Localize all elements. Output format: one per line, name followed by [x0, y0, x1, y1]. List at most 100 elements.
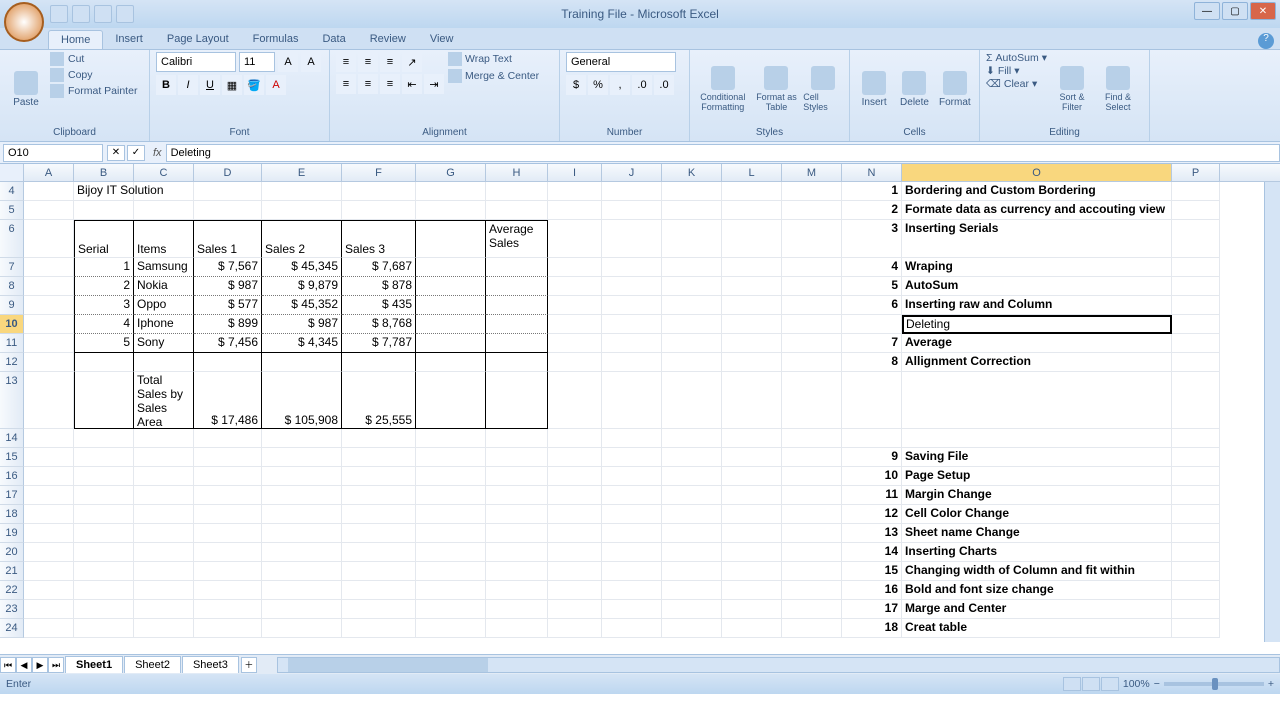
cell[interactable] [416, 562, 486, 581]
cell[interactable] [842, 372, 902, 429]
cell[interactable] [1172, 296, 1220, 315]
cell[interactable] [194, 201, 262, 220]
tab-data[interactable]: Data [310, 30, 357, 49]
cell[interactable] [1172, 619, 1220, 638]
cell[interactable]: $ 435 [342, 296, 416, 315]
tab-review[interactable]: Review [358, 30, 418, 49]
cell[interactable]: Sales 3 [342, 220, 416, 258]
cell[interactable] [486, 296, 548, 315]
cell[interactable] [602, 315, 662, 334]
cell[interactable] [486, 562, 548, 581]
number-format-select[interactable] [566, 52, 676, 72]
cell[interactable] [486, 277, 548, 296]
cell[interactable] [24, 353, 74, 372]
cell[interactable] [342, 619, 416, 638]
cell[interactable] [662, 562, 722, 581]
cell[interactable] [24, 296, 74, 315]
paste-button[interactable]: Paste [6, 52, 46, 126]
cell[interactable] [134, 619, 194, 638]
cell[interactable] [74, 429, 134, 448]
cell[interactable] [902, 429, 1172, 448]
prev-sheet-icon[interactable]: ◀ [16, 657, 32, 673]
cell[interactable] [342, 467, 416, 486]
cell[interactable] [416, 353, 486, 372]
tab-view[interactable]: View [418, 30, 466, 49]
cell[interactable]: Bijoy IT Solution [74, 182, 134, 201]
cell[interactable] [662, 353, 722, 372]
cell[interactable] [548, 448, 602, 467]
cell[interactable] [722, 296, 782, 315]
cell[interactable] [342, 448, 416, 467]
cell[interactable] [722, 467, 782, 486]
merge-center-button[interactable]: Merge & Center [448, 69, 539, 83]
cell[interactable] [24, 372, 74, 429]
undo-icon[interactable] [72, 5, 90, 23]
cell[interactable] [262, 543, 342, 562]
cell[interactable] [782, 201, 842, 220]
cell[interactable] [134, 467, 194, 486]
cell[interactable] [722, 315, 782, 334]
cell[interactable]: Saving File [902, 448, 1172, 467]
cell[interactable] [342, 429, 416, 448]
cell[interactable]: Inserting Serials [902, 220, 1172, 258]
wrap-text-button[interactable]: Wrap Text [448, 52, 539, 66]
cell[interactable] [548, 581, 602, 600]
cell[interactable] [548, 372, 602, 429]
align-right-icon[interactable]: ≡ [380, 74, 400, 94]
row-header[interactable]: 22 [0, 581, 24, 600]
row-header[interactable]: 23 [0, 600, 24, 619]
cell[interactable] [262, 201, 342, 220]
cell[interactable] [486, 543, 548, 562]
cell[interactable] [24, 543, 74, 562]
cell[interactable] [24, 486, 74, 505]
cell[interactable] [262, 562, 342, 581]
cell[interactable] [262, 600, 342, 619]
cell[interactable] [194, 543, 262, 562]
cell[interactable]: Allignment Correction [902, 353, 1172, 372]
tab-home[interactable]: Home [48, 30, 103, 49]
cell[interactable] [24, 182, 74, 201]
select-all-corner[interactable] [0, 164, 24, 181]
cell[interactable] [194, 600, 262, 619]
maximize-button[interactable]: ▢ [1222, 2, 1248, 20]
last-sheet-icon[interactable]: ⏭ [48, 657, 64, 673]
cell[interactable]: Creat table [902, 619, 1172, 638]
format-painter-button[interactable]: Format Painter [50, 84, 137, 98]
cell[interactable]: 5 [842, 277, 902, 296]
cell[interactable] [722, 182, 782, 201]
align-bottom-icon[interactable]: ≡ [380, 52, 400, 72]
cell[interactable] [782, 600, 842, 619]
cell[interactable] [722, 562, 782, 581]
cell[interactable] [662, 619, 722, 638]
cell[interactable] [662, 334, 722, 353]
cell[interactable] [74, 524, 134, 543]
cell[interactable] [416, 372, 486, 429]
cell[interactable] [416, 334, 486, 353]
cell[interactable] [416, 467, 486, 486]
tab-formulas[interactable]: Formulas [241, 30, 311, 49]
cell[interactable] [548, 296, 602, 315]
cell[interactable] [722, 220, 782, 258]
cell[interactable] [486, 486, 548, 505]
cell[interactable] [262, 581, 342, 600]
cell[interactable]: $ 9,879 [262, 277, 342, 296]
cell[interactable] [416, 258, 486, 277]
cell[interactable] [782, 353, 842, 372]
cell[interactable] [602, 505, 662, 524]
cell[interactable] [902, 372, 1172, 429]
cell[interactable] [24, 600, 74, 619]
cell[interactable]: Page Setup [902, 467, 1172, 486]
column-header[interactable]: K [662, 164, 722, 181]
cell[interactable] [602, 353, 662, 372]
worksheet-grid[interactable]: ABCDEFGHIJKLMNOP 45678910111213141516171… [0, 164, 1280, 654]
cell[interactable] [1172, 543, 1220, 562]
cell[interactable] [486, 505, 548, 524]
cell[interactable] [262, 353, 342, 372]
cell[interactable] [1172, 201, 1220, 220]
cell[interactable] [134, 448, 194, 467]
cell[interactable] [74, 353, 134, 372]
zoom-slider[interactable] [1164, 682, 1264, 686]
indent-dec-icon[interactable]: ⇤ [402, 74, 422, 94]
cell[interactable]: 14 [842, 543, 902, 562]
cell[interactable] [782, 277, 842, 296]
